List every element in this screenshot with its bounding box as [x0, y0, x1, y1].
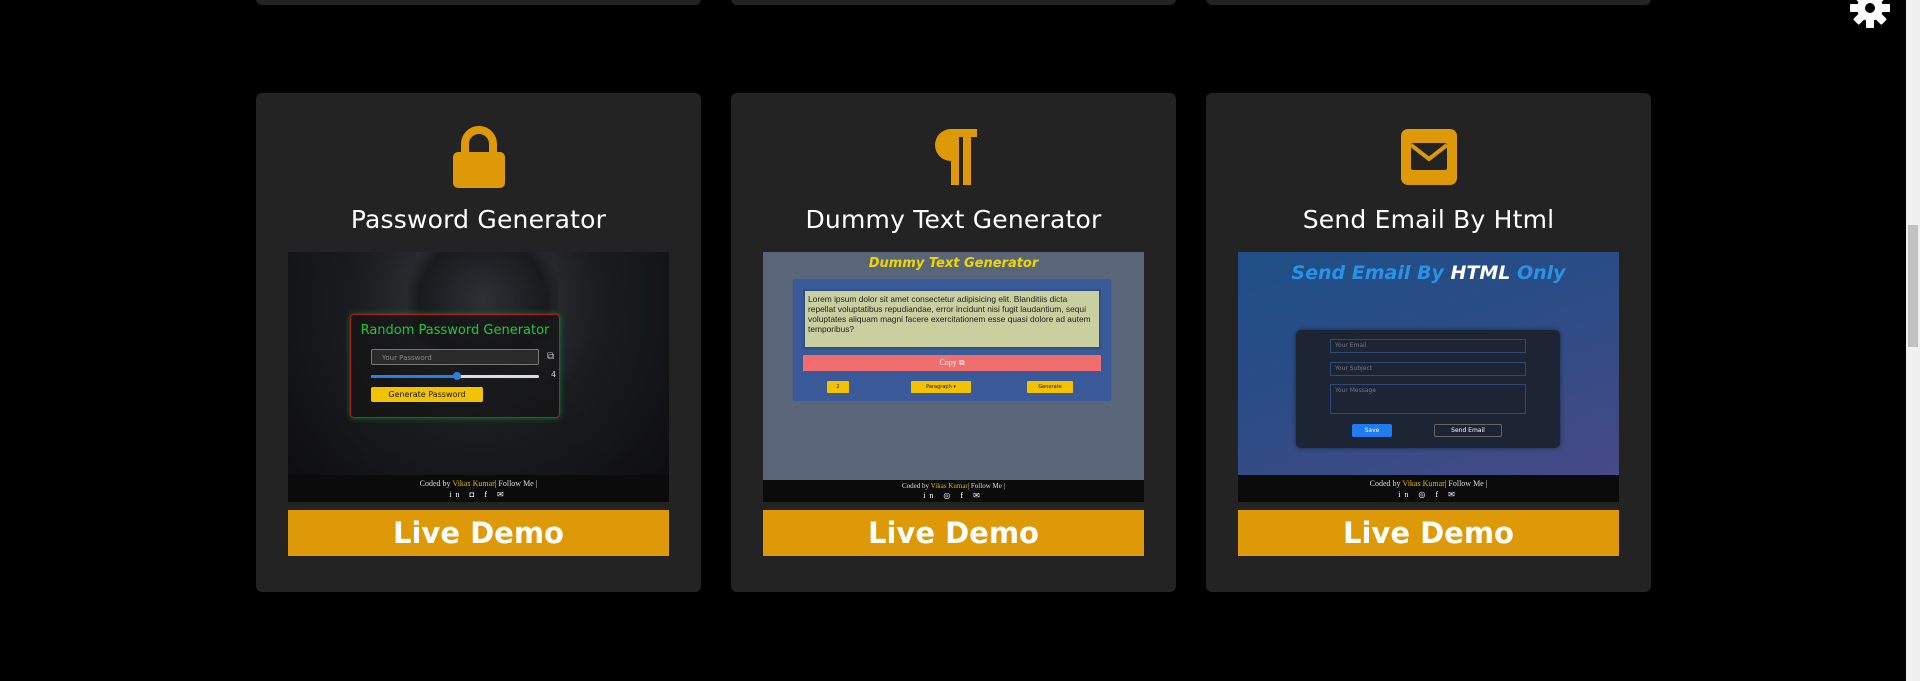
preview-send-button: Send Email	[1434, 424, 1502, 437]
preview-type-select: Paragraph ▾	[911, 381, 971, 393]
preview-heading: Send Email By HTML Only	[1291, 262, 1566, 284]
preview-footer: Coded by Vikas Kumar| Follow Me | in ◎ f…	[763, 480, 1144, 502]
project-card-send-email: Send Email By Html Send Email By HTML On…	[1206, 93, 1651, 592]
scrollbar-thumb[interactable]	[1908, 225, 1918, 347]
project-preview-image: Dummy Text Generator Lorem ipsum dolor s…	[763, 252, 1144, 502]
paragraph-icon	[731, 125, 1176, 189]
project-preview-image: Send Email By HTML Only Your Email Your …	[1238, 252, 1619, 502]
card-above-1	[256, 0, 701, 5]
page: Password Generator Random Password Gener…	[0, 0, 1920, 681]
card-title: Password Generator	[350, 205, 607, 234]
live-demo-button[interactable]: Live Demo	[288, 510, 669, 556]
preview-heading: Random Password Generator	[360, 323, 550, 338]
card-title: Send Email By Html	[1302, 205, 1555, 234]
preview-generate-button: Generate	[1027, 381, 1073, 393]
preview-panel: Lorem ipsum dolor sit amet consectetur a…	[793, 279, 1111, 401]
preview-footer: Coded by Vikas Kumar| Follow Me | in ◘ f…	[288, 475, 669, 502]
copy-icon: ⧉	[547, 351, 555, 362]
preview-message-field: Your Message	[1330, 384, 1526, 414]
preview-form-panel: Your Email Your Subject Your Message Sav…	[1296, 330, 1560, 448]
preview-heading: Dummy Text Generator	[868, 256, 1039, 271]
preview-slider-value: 4	[551, 370, 557, 379]
preview-email-field: Your Email	[1330, 339, 1526, 353]
preview-copy-button: Copy ⧉	[803, 355, 1101, 371]
preview-count: 2	[827, 381, 849, 393]
project-card-password-generator: Password Generator Random Password Gener…	[256, 93, 701, 592]
gear-icon[interactable]	[1848, 0, 1892, 30]
preview-footer: Coded by Vikas Kumar| Follow Me | in ◎ f…	[1238, 475, 1619, 502]
project-card-dummy-text-generator: Dummy Text Generator Dummy Text Generato…	[731, 93, 1176, 592]
social-icons: in ◎ f ✉	[923, 491, 984, 500]
project-preview-image: Random Password Generator Your Password …	[288, 252, 669, 502]
lock-icon	[256, 125, 701, 189]
live-demo-button[interactable]: Live Demo	[1238, 510, 1619, 556]
social-icons: in ◎ f ✉	[1398, 490, 1459, 499]
envelope-icon	[1206, 125, 1651, 189]
preview-password-field: Your Password	[371, 349, 539, 365]
card-above-2	[731, 0, 1176, 5]
card-title: Dummy Text Generator	[805, 205, 1102, 234]
social-icons: in ◘ f ✉	[449, 490, 508, 499]
preview-text-area: Lorem ipsum dolor sit amet consectetur a…	[803, 289, 1101, 349]
preview-subject-field: Your Subject	[1330, 362, 1526, 376]
live-demo-button[interactable]: Live Demo	[763, 510, 1144, 556]
preview-generator-box: Random Password Generator Your Password …	[350, 314, 560, 418]
preview-generate-button: Generate Password	[371, 387, 483, 402]
preview-save-button: Save	[1352, 424, 1392, 437]
card-above-3	[1206, 0, 1651, 5]
